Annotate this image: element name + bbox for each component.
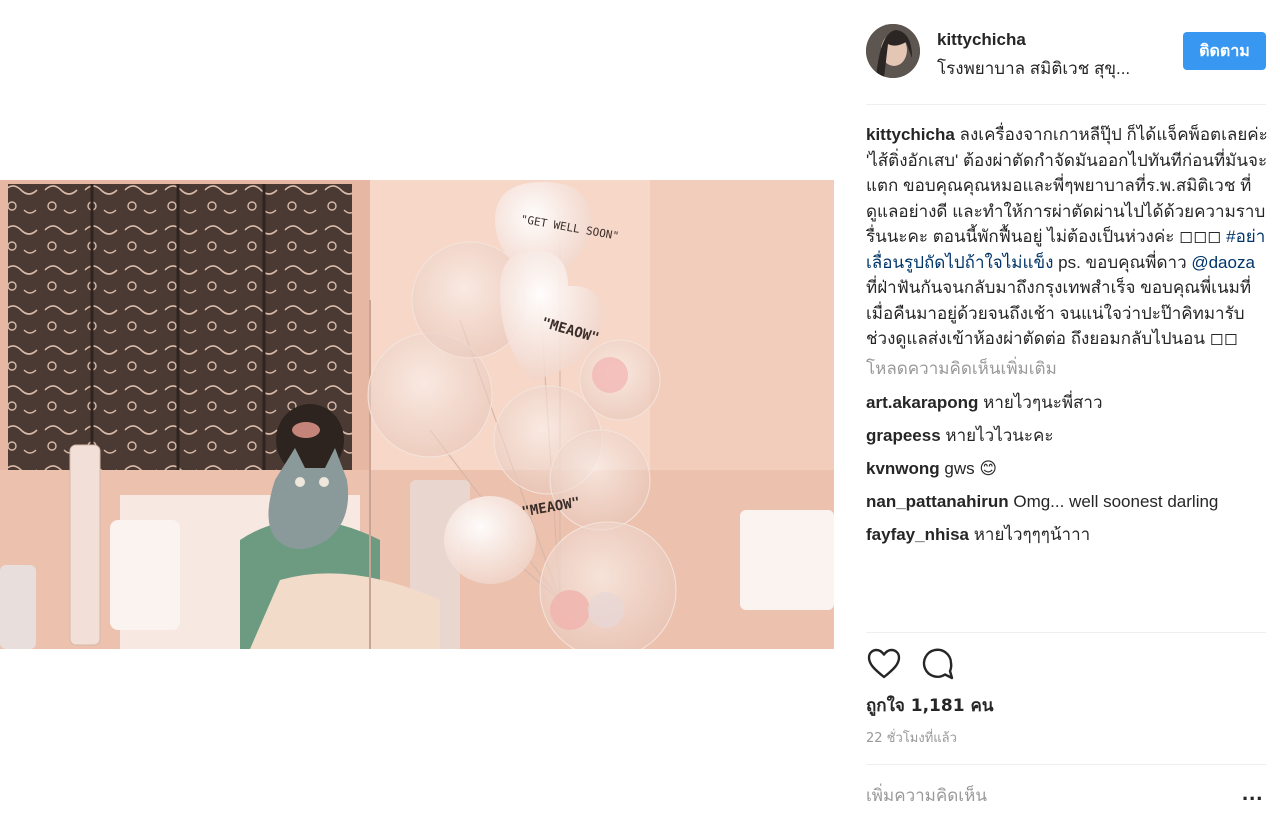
- follow-button[interactable]: ติดตาม: [1183, 32, 1266, 70]
- comment-text: Omg... well soonest darling: [1008, 491, 1219, 511]
- caption-text-2: ps. ขอบคุณพี่ดาว: [1053, 252, 1192, 272]
- comment-username[interactable]: art.akarapong: [866, 393, 978, 412]
- comment-text: หายไวไวนะคะ: [940, 425, 1054, 445]
- comment-text: หายไวๆๆๆน้าาา: [969, 524, 1091, 544]
- actions-divider: [866, 764, 1266, 765]
- post-header: kittychicha โรงพยาบาล สมิติเวช สุขุ... ต…: [866, 22, 1266, 80]
- post-caption: kittychicha ลงเครื่องจากเกาหลีปุ๊ป ก็ได้…: [866, 122, 1268, 352]
- comment-username[interactable]: nan_pattanahirun: [866, 492, 1009, 511]
- comment-item: art.akarapong หายไวๆนะพี่สาว: [866, 390, 1268, 415]
- post-location[interactable]: โรงพยาบาล สมิติเวช สุขุ...: [937, 55, 1130, 82]
- like-count[interactable]: ถูกใจ 1,181 คน: [866, 692, 993, 719]
- add-comment-input[interactable]: เพิ่มความคิดเห็น: [866, 782, 987, 809]
- comments-divider: [866, 632, 1266, 633]
- post-photo[interactable]: "GET WELL SOON" "MEAOW" "MEAOW": [0, 180, 834, 649]
- comments-list[interactable]: kittychicha ลงเครื่องจากเกาหลีปุ๊ป ก็ได้…: [866, 122, 1268, 630]
- post-sidebar: kittychicha โรงพยาบาล สมิติเวช สุขุ... ต…: [846, 0, 1280, 829]
- comment-text: หายไวๆนะพี่สาว: [978, 392, 1103, 412]
- comment-bubble-icon[interactable]: [920, 646, 956, 682]
- more-options-icon[interactable]: ...: [1242, 780, 1263, 806]
- heart-icon[interactable]: [866, 646, 902, 682]
- comment-text: gws 😊: [939, 458, 998, 478]
- avatar[interactable]: [866, 24, 920, 78]
- comment-item: fayfay_nhisa หายไวๆๆๆน้าาา: [866, 522, 1268, 547]
- header-divider: [866, 104, 1266, 105]
- post-timestamp: 22 ชั่วโมงที่แล้ว: [866, 731, 957, 746]
- load-more-comments-link[interactable]: โหลดความคิดเห็นเพิ่มเติม: [866, 356, 1268, 382]
- post-actions: [866, 646, 1266, 686]
- comment-username[interactable]: grapeess: [866, 426, 941, 445]
- comment-item: nan_pattanahirun Omg... well soonest dar…: [866, 489, 1268, 514]
- comment-username[interactable]: kvnwong: [866, 459, 940, 478]
- caption-mention[interactable]: @daoza: [1191, 253, 1255, 272]
- caption-username[interactable]: kittychicha: [866, 125, 955, 144]
- comment-item: kvnwong gws 😊: [866, 456, 1268, 481]
- post-photo-area: "GET WELL SOON" "MEAOW" "MEAOW": [0, 0, 846, 829]
- caption-text-3: ที่ฝ่าฟันกันจนกลับมาถึงกรุงเทพสำเร็จ ขอบ…: [866, 278, 1252, 348]
- comment-username[interactable]: fayfay_nhisa: [866, 525, 969, 544]
- comment-item: grapeess หายไวไวนะคะ: [866, 423, 1268, 448]
- post-username[interactable]: kittychicha: [937, 30, 1026, 50]
